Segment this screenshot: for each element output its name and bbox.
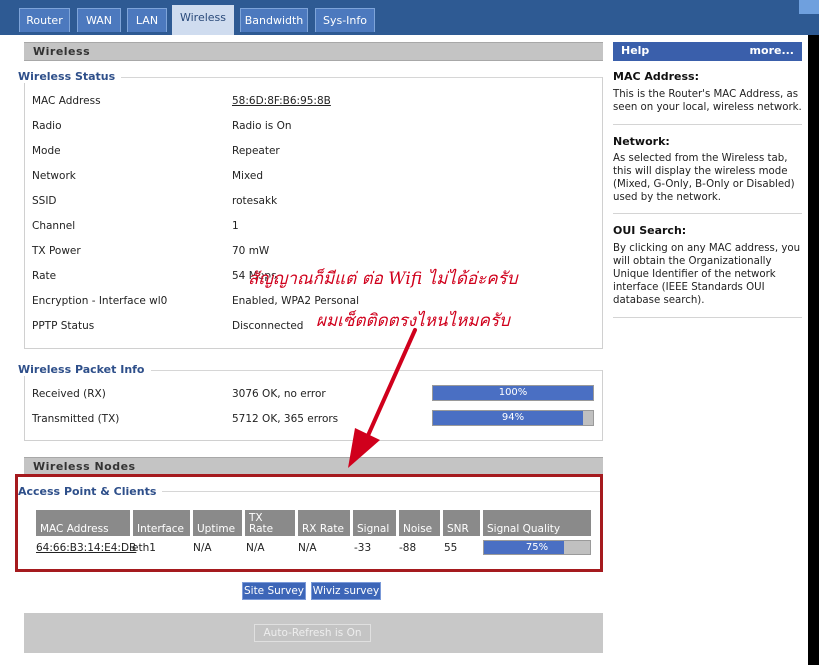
status-value-tx-power: 70 mW <box>232 245 270 257</box>
help-item-text-network: As selected from the Wireless tab, this … <box>613 153 795 203</box>
auto-refresh-button[interactable]: Auto-Refresh is On <box>254 624 371 642</box>
status-label-mac: MAC Address <box>32 95 101 107</box>
status-value-radio: Radio is On <box>232 120 292 132</box>
status-label-radio: Radio <box>32 120 62 132</box>
status-label-rate: Rate <box>32 270 57 282</box>
status-label-encryption: Encryption - Interface wl0 <box>32 295 168 307</box>
annotation-line-1: สัญญาณก็มีแต่ ต่อ Wifi ไม่ได้อ่ะครับ <box>248 269 518 289</box>
help-more-link[interactable]: more... <box>750 42 794 60</box>
annotation-line-2: ผมเซ็ตติดตรงไหนไหมครับ <box>316 311 510 331</box>
packet-label-rx: Received (RX) <box>32 388 106 400</box>
help-separator <box>613 213 802 214</box>
help-separator <box>613 317 802 318</box>
tab-wan[interactable]: WAN <box>77 8 121 32</box>
status-value-mode: Repeater <box>232 145 280 157</box>
status-label-tx-power: TX Power <box>32 245 81 257</box>
top-tab-bar: Router WAN LAN Wireless Bandwidth Sys-In… <box>0 0 819 35</box>
packet-value-rx: 3076 OK, no error <box>232 388 326 400</box>
help-item-text-oui: By clicking on any MAC address, you will… <box>613 243 801 306</box>
help-title: Help <box>621 44 650 57</box>
help-separator <box>613 124 802 125</box>
section-title: Wireless <box>33 45 91 58</box>
status-label-pptp: PPTP Status <box>32 320 95 332</box>
packet-label-tx: Transmitted (TX) <box>32 413 120 425</box>
wiviz-survey-button[interactable]: Wiviz survey <box>311 582 381 600</box>
wireless-status-fieldset <box>24 77 603 349</box>
wireless-section-header: Wireless <box>24 42 603 61</box>
tab-bandwidth[interactable]: Bandwidth <box>240 8 308 32</box>
wireless-nodes-header: Wireless Nodes <box>24 457 603 475</box>
status-label-network: Network <box>32 170 76 182</box>
status-label-channel: Channel <box>32 220 76 232</box>
section-title: Wireless Nodes <box>33 460 136 473</box>
status-label-mode: Mode <box>32 145 61 157</box>
tab-bar-accent <box>799 0 819 14</box>
rx-meter-text: 100% <box>498 387 528 398</box>
tx-meter: 94% <box>432 410 594 426</box>
help-item-title-mac: MAC Address: <box>613 70 700 83</box>
tab-sys-info[interactable]: Sys-Info <box>315 8 375 32</box>
status-value-encryption: Enabled, WPA2 Personal <box>232 295 359 307</box>
red-highlight-box <box>15 474 603 572</box>
help-item-text-mac: This is the Router's MAC Address, as see… <box>613 89 802 113</box>
packet-value-tx: 5712 OK, 365 errors <box>232 413 339 425</box>
status-value-network: Mixed <box>232 170 263 182</box>
status-value-mac-link[interactable]: 58:6D:8F:B6:95:8B <box>232 95 331 107</box>
tab-router[interactable]: Router <box>19 8 70 32</box>
status-value-pptp: Disconnected <box>232 320 304 332</box>
tx-meter-text: 94% <box>501 412 525 423</box>
packet-info-legend: Wireless Packet Info <box>18 363 151 376</box>
status-value-channel: 1 <box>232 220 239 232</box>
tab-wireless[interactable]: Wireless <box>172 5 234 35</box>
packet-info-fieldset <box>24 370 603 441</box>
tab-lan[interactable]: LAN <box>127 8 167 32</box>
help-item-title-network: Network: <box>613 135 670 148</box>
help-item-title-oui: OUI Search: <box>613 224 687 237</box>
rx-meter: 100% <box>432 385 594 401</box>
status-label-ssid: SSID <box>32 195 57 207</box>
status-value-ssid: rotesakk <box>232 195 278 207</box>
site-survey-button[interactable]: Site Survey <box>242 582 306 600</box>
help-header: Help more... <box>613 42 802 61</box>
wireless-status-legend: Wireless Status <box>18 70 122 83</box>
